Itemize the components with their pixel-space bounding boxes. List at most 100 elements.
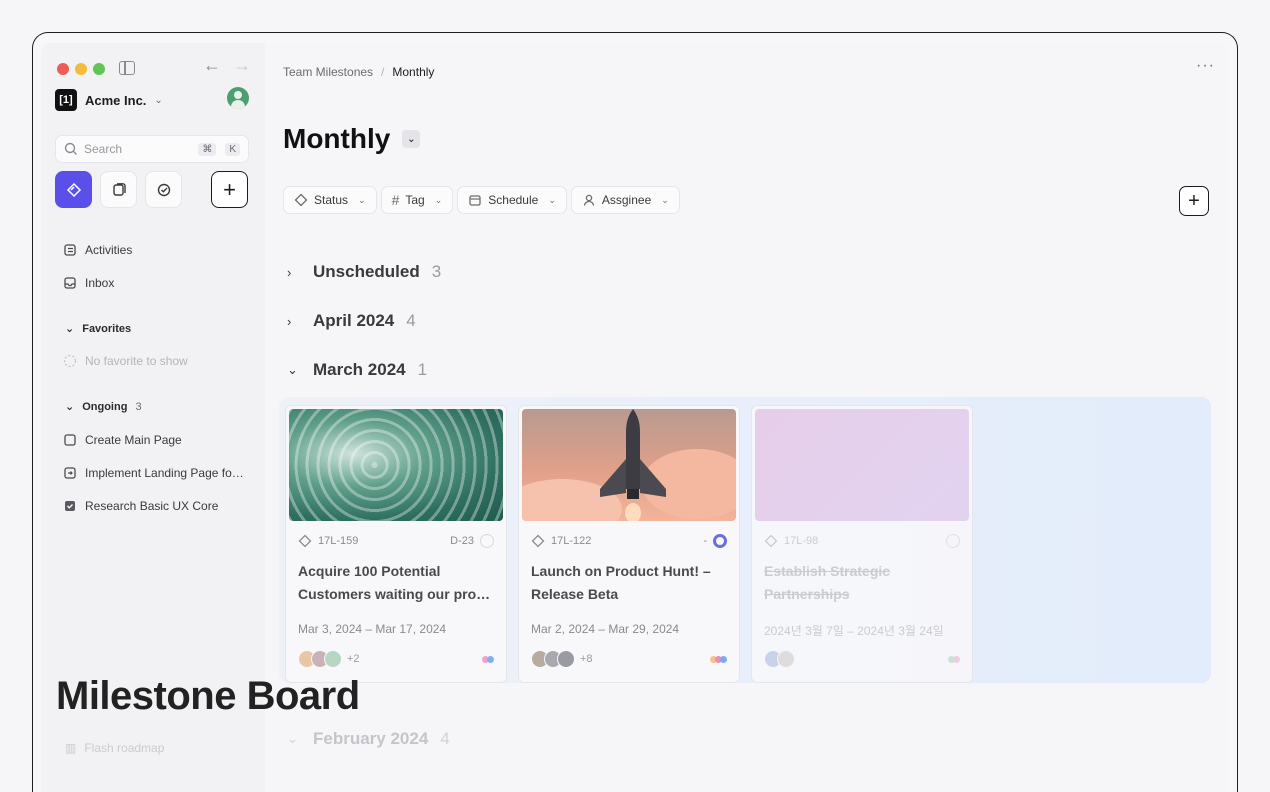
card-tags (710, 656, 727, 663)
card-cover-image (289, 409, 503, 521)
goal-check-icon (157, 183, 170, 196)
view-dropdown-chevron-icon[interactable]: ⌄ (402, 130, 421, 148)
chevron-down-icon: ⌄ (65, 323, 75, 335)
filter-assignee[interactable]: Assginee ⌄ (570, 186, 680, 214)
shuttle-illustration (600, 409, 666, 521)
milestone-diamond-icon (764, 534, 778, 548)
minimize-window-button[interactable] (75, 63, 87, 75)
filter-label: Schedule (488, 193, 539, 207)
milestones-mode-button[interactable] (55, 171, 92, 208)
group-count: 4 (440, 729, 450, 748)
more-assignees-count: +8 (580, 653, 593, 665)
chevron-right-icon: › (287, 313, 292, 329)
filter-tag[interactable]: # Tag ⌄ (380, 186, 454, 214)
group-count: 3 (431, 262, 442, 281)
zoom-window-button[interactable] (93, 63, 105, 75)
card-title: Establish Strategic Partnerships (764, 563, 891, 602)
back-arrow-icon[interactable]: ← (203, 55, 221, 76)
chevron-down-icon: ⌄ (154, 94, 163, 106)
workspace-name: Acme Inc. (85, 92, 147, 108)
close-window-button[interactable] (57, 63, 69, 75)
pages-mode-button[interactable] (100, 171, 137, 208)
group-march-2024[interactable]: ⌄ March 2024 1 (287, 360, 427, 380)
card-meta: 17L-159 D-23 (298, 534, 494, 548)
card-dates: Mar 3, 2024 – Mar 17, 2024 (298, 622, 447, 636)
view-mode-switcher (55, 171, 182, 208)
favorites-label: Favorites (82, 322, 132, 335)
main-content: Team Milestones / Monthly ··· Monthly ⌄ … (265, 43, 1227, 792)
filter-status[interactable]: Status ⌄ (283, 186, 377, 214)
workspace-switcher[interactable]: [1] Acme Inc. ⌄ (55, 89, 163, 111)
sidebar-toggle-icon[interactable] (119, 61, 135, 75)
filter-bar: Status ⌄ # Tag ⌄ Schedule ⌄ Assginee ⌄ (283, 186, 680, 214)
status-ring-icon[interactable] (946, 534, 960, 548)
milestone-card[interactable]: 17L-159 D-23 Acquire 100 Potential Custo… (285, 405, 507, 683)
card-title: Acquire 100 Potential Customers waiting … (298, 563, 491, 602)
card-assignees[interactable]: +2 (298, 650, 360, 668)
person-icon (583, 194, 595, 206)
group-label: Unscheduled (313, 262, 420, 281)
checked-page-icon (63, 499, 77, 513)
dashed-circle-icon (63, 354, 77, 368)
filter-label: Tag (405, 193, 425, 207)
sidebar-item-create-main-page[interactable]: Create Main Page (63, 433, 182, 447)
sidebar-item-activities[interactable]: Activities (63, 243, 132, 257)
group-label: March 2024 (313, 360, 406, 379)
card-tags (948, 656, 960, 663)
filter-label: Status (314, 193, 349, 207)
chevron-down-icon: ⌄ (65, 401, 75, 413)
activities-icon (63, 243, 77, 257)
avatar (557, 650, 575, 668)
map-icon: ▥ (65, 741, 77, 755)
search-icon (64, 142, 77, 155)
chevron-down-icon: ⌄ (661, 194, 669, 205)
favorites-section-toggle[interactable]: ⌄ Favorites (65, 322, 132, 336)
promo-overlay-title: Milestone Board (56, 674, 360, 718)
sidebar-item-label: Research Basic UX Core (85, 499, 219, 513)
more-options-icon[interactable]: ··· (1196, 57, 1215, 75)
group-label: April 2024 (313, 311, 395, 330)
chevron-down-icon: ⌄ (548, 194, 556, 205)
sidebar-item-flash-roadmap[interactable]: ▥ Flash roadmap (65, 741, 164, 755)
card-assignees[interactable] (764, 650, 795, 668)
add-milestone-button[interactable]: + (1179, 186, 1209, 216)
ongoing-count: 3 (135, 400, 142, 413)
search-input[interactable]: Search ⌘ K (55, 135, 249, 163)
milestone-card[interactable]: 17L-98 Establish Strategic Partnerships … (751, 405, 973, 683)
page-title-row: Monthly ⌄ (283, 123, 421, 155)
card-id: 17L-159 (318, 535, 359, 547)
goals-mode-button[interactable] (145, 171, 182, 208)
tag-dot (487, 656, 494, 663)
ongoing-section-toggle[interactable]: ⌄ Ongoing 3 (65, 400, 142, 414)
card-assignees[interactable]: +8 (531, 650, 593, 668)
group-unscheduled[interactable]: › Unscheduled 3 (287, 262, 441, 282)
forward-arrow-icon[interactable]: → (233, 55, 251, 76)
breadcrumb-separator: / (381, 65, 385, 79)
group-count: 1 (417, 360, 428, 379)
sidebar-item-inbox[interactable]: Inbox (63, 276, 114, 290)
group-february-2024[interactable]: ⌄ February 2024 4 (287, 729, 450, 749)
workspace-logo: [1] (55, 89, 77, 111)
milestone-diamond-icon (531, 534, 545, 548)
card-meta: 17L-122 - (531, 534, 727, 548)
add-button[interactable]: + (211, 171, 248, 208)
group-april-2024[interactable]: › April 2024 4 (287, 311, 416, 331)
more-assignees-count: +2 (347, 653, 360, 665)
card-title: Launch on Product Hunt! – Release Beta (531, 563, 711, 602)
inbox-icon (63, 276, 77, 290)
sidebar-item-implement-landing-page[interactable]: Implement Landing Page fo… (63, 466, 244, 480)
sidebar-item-research-basic-ux-core[interactable]: Research Basic UX Core (63, 499, 218, 513)
favorites-empty-state: No favorite to show (63, 354, 188, 368)
avatar (777, 650, 795, 668)
status-ring-icon[interactable] (480, 534, 494, 548)
chevron-down-icon: ⌄ (358, 194, 366, 205)
milestone-diamond-icon (298, 534, 312, 548)
breadcrumb: Team Milestones / Monthly (283, 65, 434, 79)
chevron-down-icon: ⌄ (287, 731, 298, 746)
milestone-card[interactable]: 17L-122 - Launch on Product Hunt! – Rele… (518, 405, 740, 683)
breadcrumb-parent[interactable]: Team Milestones (283, 65, 373, 79)
filter-schedule[interactable]: Schedule ⌄ (457, 186, 567, 214)
user-avatar[interactable] (227, 87, 249, 109)
status-ring-icon[interactable] (713, 534, 727, 548)
tag-dot (953, 656, 960, 663)
